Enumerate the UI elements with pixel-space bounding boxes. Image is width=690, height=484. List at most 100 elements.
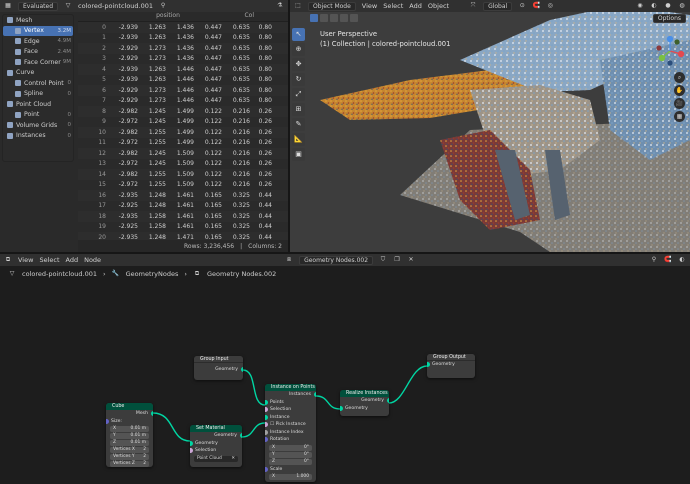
tree-item[interactable]: Point Cloud bbox=[3, 99, 73, 110]
spreadsheet-editor-icon[interactable]: ▦ bbox=[4, 2, 12, 10]
rotate-tool-icon[interactable]: ↻ bbox=[292, 73, 305, 86]
scale-tool-icon[interactable]: ⤢ bbox=[292, 88, 305, 101]
table-cell: -2.939 bbox=[118, 23, 138, 31]
socket-geometry-in[interactable] bbox=[190, 440, 193, 446]
select-tool-icon[interactable]: ↖ bbox=[292, 28, 305, 41]
socket-mesh-out[interactable] bbox=[150, 411, 153, 417]
options-button[interactable]: Options bbox=[652, 13, 686, 23]
socket-selection-in[interactable] bbox=[190, 448, 193, 454]
overlay-icon[interactable]: ◐ bbox=[650, 2, 658, 10]
snap-icon[interactable]: 🧲 bbox=[532, 2, 540, 10]
size-x-field[interactable]: X 0.01 m bbox=[110, 426, 149, 432]
size-z-field[interactable]: Z 0.01 m bbox=[110, 440, 149, 446]
select-extend-icon[interactable] bbox=[320, 14, 328, 22]
zoom-icon[interactable]: ⌕ bbox=[674, 72, 685, 83]
col-header-position[interactable]: position bbox=[138, 12, 198, 21]
socket-geometry-out[interactable] bbox=[240, 367, 243, 373]
node-group-input[interactable]: Group Input Geometry bbox=[194, 356, 243, 380]
viewport-menu-object[interactable]: Object bbox=[428, 2, 449, 10]
add-cube-tool-icon[interactable]: ▣ bbox=[292, 148, 305, 161]
select-intersect-icon[interactable] bbox=[350, 14, 358, 22]
vertices-x-field[interactable]: Vertices X2 bbox=[110, 447, 149, 453]
table-cell: 1.436 bbox=[176, 55, 194, 63]
pan-icon[interactable]: ✋ bbox=[674, 85, 685, 96]
table-cell: 1.245 bbox=[148, 160, 166, 168]
col-header-col[interactable]: Col bbox=[198, 12, 254, 21]
navigation-gizmo[interactable] bbox=[653, 34, 687, 68]
socket-points-in[interactable] bbox=[265, 399, 268, 405]
table-cell: 0.325 bbox=[232, 212, 250, 220]
vertices-y-field[interactable]: Vertices Y2 bbox=[110, 454, 149, 460]
cursor-tool-icon[interactable]: ⊕ bbox=[292, 43, 305, 56]
socket-size-in[interactable] bbox=[106, 418, 109, 424]
table-cell: 0.635 bbox=[232, 86, 250, 94]
tree-item[interactable]: Vertex 3.2M bbox=[3, 25, 73, 36]
tree-item[interactable]: Instances 0 bbox=[3, 131, 73, 142]
node-realize-instances[interactable]: Realize Instances Geometry Geometry bbox=[340, 390, 389, 416]
socket-instances-out[interactable] bbox=[313, 392, 316, 398]
pivot-icon[interactable]: ⊙ bbox=[518, 2, 526, 10]
move-tool-icon[interactable]: ✥ bbox=[292, 58, 305, 71]
rotation-y-field[interactable]: Y 0° bbox=[269, 451, 312, 458]
viewport-menu-view[interactable]: View bbox=[362, 2, 377, 10]
socket-label: Size: bbox=[111, 418, 122, 424]
socket-rotation-in[interactable] bbox=[265, 437, 268, 443]
size-y-field[interactable]: Y 0.01 m bbox=[110, 433, 149, 439]
vertices-z-field[interactable]: Vertices Z2 bbox=[110, 461, 149, 467]
annotate-tool-icon[interactable]: ✎ bbox=[292, 118, 305, 131]
socket-instance-in[interactable] bbox=[265, 414, 268, 420]
select-invert-icon[interactable] bbox=[340, 14, 348, 22]
pin-icon[interactable]: ⚲ bbox=[159, 2, 167, 10]
node-set-material[interactable]: Set Material Geometry Geometry Selection… bbox=[190, 425, 242, 467]
tree-item[interactable]: Face 2.4M bbox=[3, 47, 73, 58]
row-index: 5 bbox=[102, 76, 106, 84]
tree-item[interactable]: Edge 4.9M bbox=[3, 36, 73, 47]
filter-icon[interactable]: ⚗ bbox=[276, 2, 284, 10]
spreadsheet-footer: Rows: 3,236,456 | Columns: 2 bbox=[78, 240, 288, 252]
visibility-icon[interactable]: ◉ bbox=[636, 2, 644, 10]
scale-x-field[interactable]: X 1.000 bbox=[269, 474, 312, 480]
viewport-editor-icon[interactable]: ⬚ bbox=[294, 2, 302, 10]
row-index: 3 bbox=[102, 55, 106, 63]
socket-geometry-in[interactable] bbox=[340, 405, 343, 411]
socket-pick-in[interactable] bbox=[265, 422, 268, 428]
table-cell: 1.258 bbox=[148, 223, 166, 231]
select-subtract-icon[interactable] bbox=[330, 14, 338, 22]
tree-item[interactable]: Control Point 0 bbox=[3, 78, 73, 89]
node-instance-on-points[interactable]: Instance on Points Instances Points Sele… bbox=[265, 384, 316, 482]
socket-index-in[interactable] bbox=[265, 429, 268, 435]
row-index: 6 bbox=[102, 86, 106, 94]
mode-dropdown[interactable]: Object Mode bbox=[308, 1, 356, 11]
tree-item[interactable]: Face Corner 9M bbox=[3, 57, 73, 68]
viewport-menu-select[interactable]: Select bbox=[383, 2, 403, 10]
tree-item[interactable]: Curve bbox=[3, 68, 73, 79]
socket-geometry-out[interactable] bbox=[386, 398, 389, 404]
tree-item[interactable]: Volume Grids 0 bbox=[3, 120, 73, 131]
select-mode-icon[interactable] bbox=[310, 14, 318, 22]
shading-solid-icon[interactable]: ● bbox=[664, 2, 672, 10]
tree-item[interactable]: Point 0 bbox=[3, 110, 73, 121]
material-selector[interactable]: Point Cloud ✕ bbox=[194, 455, 238, 462]
node-group-output[interactable]: Group Output Geometry bbox=[427, 354, 475, 378]
row-index: 4 bbox=[102, 65, 106, 73]
proportional-edit-icon[interactable]: ◎ bbox=[546, 2, 554, 10]
toolbar: ↖ ⊕ ✥ ↻ ⤢ ⊞ ✎ 📐 ▣ bbox=[292, 28, 306, 163]
transform-tool-icon[interactable]: ⊞ bbox=[292, 103, 305, 116]
socket-selection-in[interactable] bbox=[265, 407, 268, 413]
socket-geometry-in[interactable] bbox=[427, 362, 430, 368]
node-cube[interactable]: Cube Mesh Size: X 0.01 m Y 0.01 m Z 0.01 m … bbox=[106, 403, 153, 467]
measure-tool-icon[interactable]: 📐 bbox=[292, 133, 305, 146]
rotation-x-field[interactable]: X 0° bbox=[269, 444, 312, 451]
tree-item-label: Face bbox=[24, 48, 38, 56]
transform-orientation-dropdown[interactable]: Global bbox=[483, 1, 513, 11]
camera-icon[interactable]: 🎥 bbox=[674, 98, 685, 109]
tree-item[interactable]: Mesh bbox=[3, 15, 73, 26]
ortho-icon[interactable]: ▦ bbox=[674, 111, 685, 122]
tree-item[interactable]: Spline 0 bbox=[3, 89, 73, 100]
viewport-menu-add[interactable]: Add bbox=[409, 2, 422, 10]
socket-scale-in[interactable] bbox=[265, 466, 268, 472]
socket-geometry-out[interactable] bbox=[239, 433, 242, 439]
rotation-z-field[interactable]: Z 0° bbox=[269, 458, 312, 465]
evaluation-mode-dropdown[interactable]: Evaluated bbox=[18, 1, 59, 11]
shading-material-icon[interactable]: ◍ bbox=[678, 2, 686, 10]
